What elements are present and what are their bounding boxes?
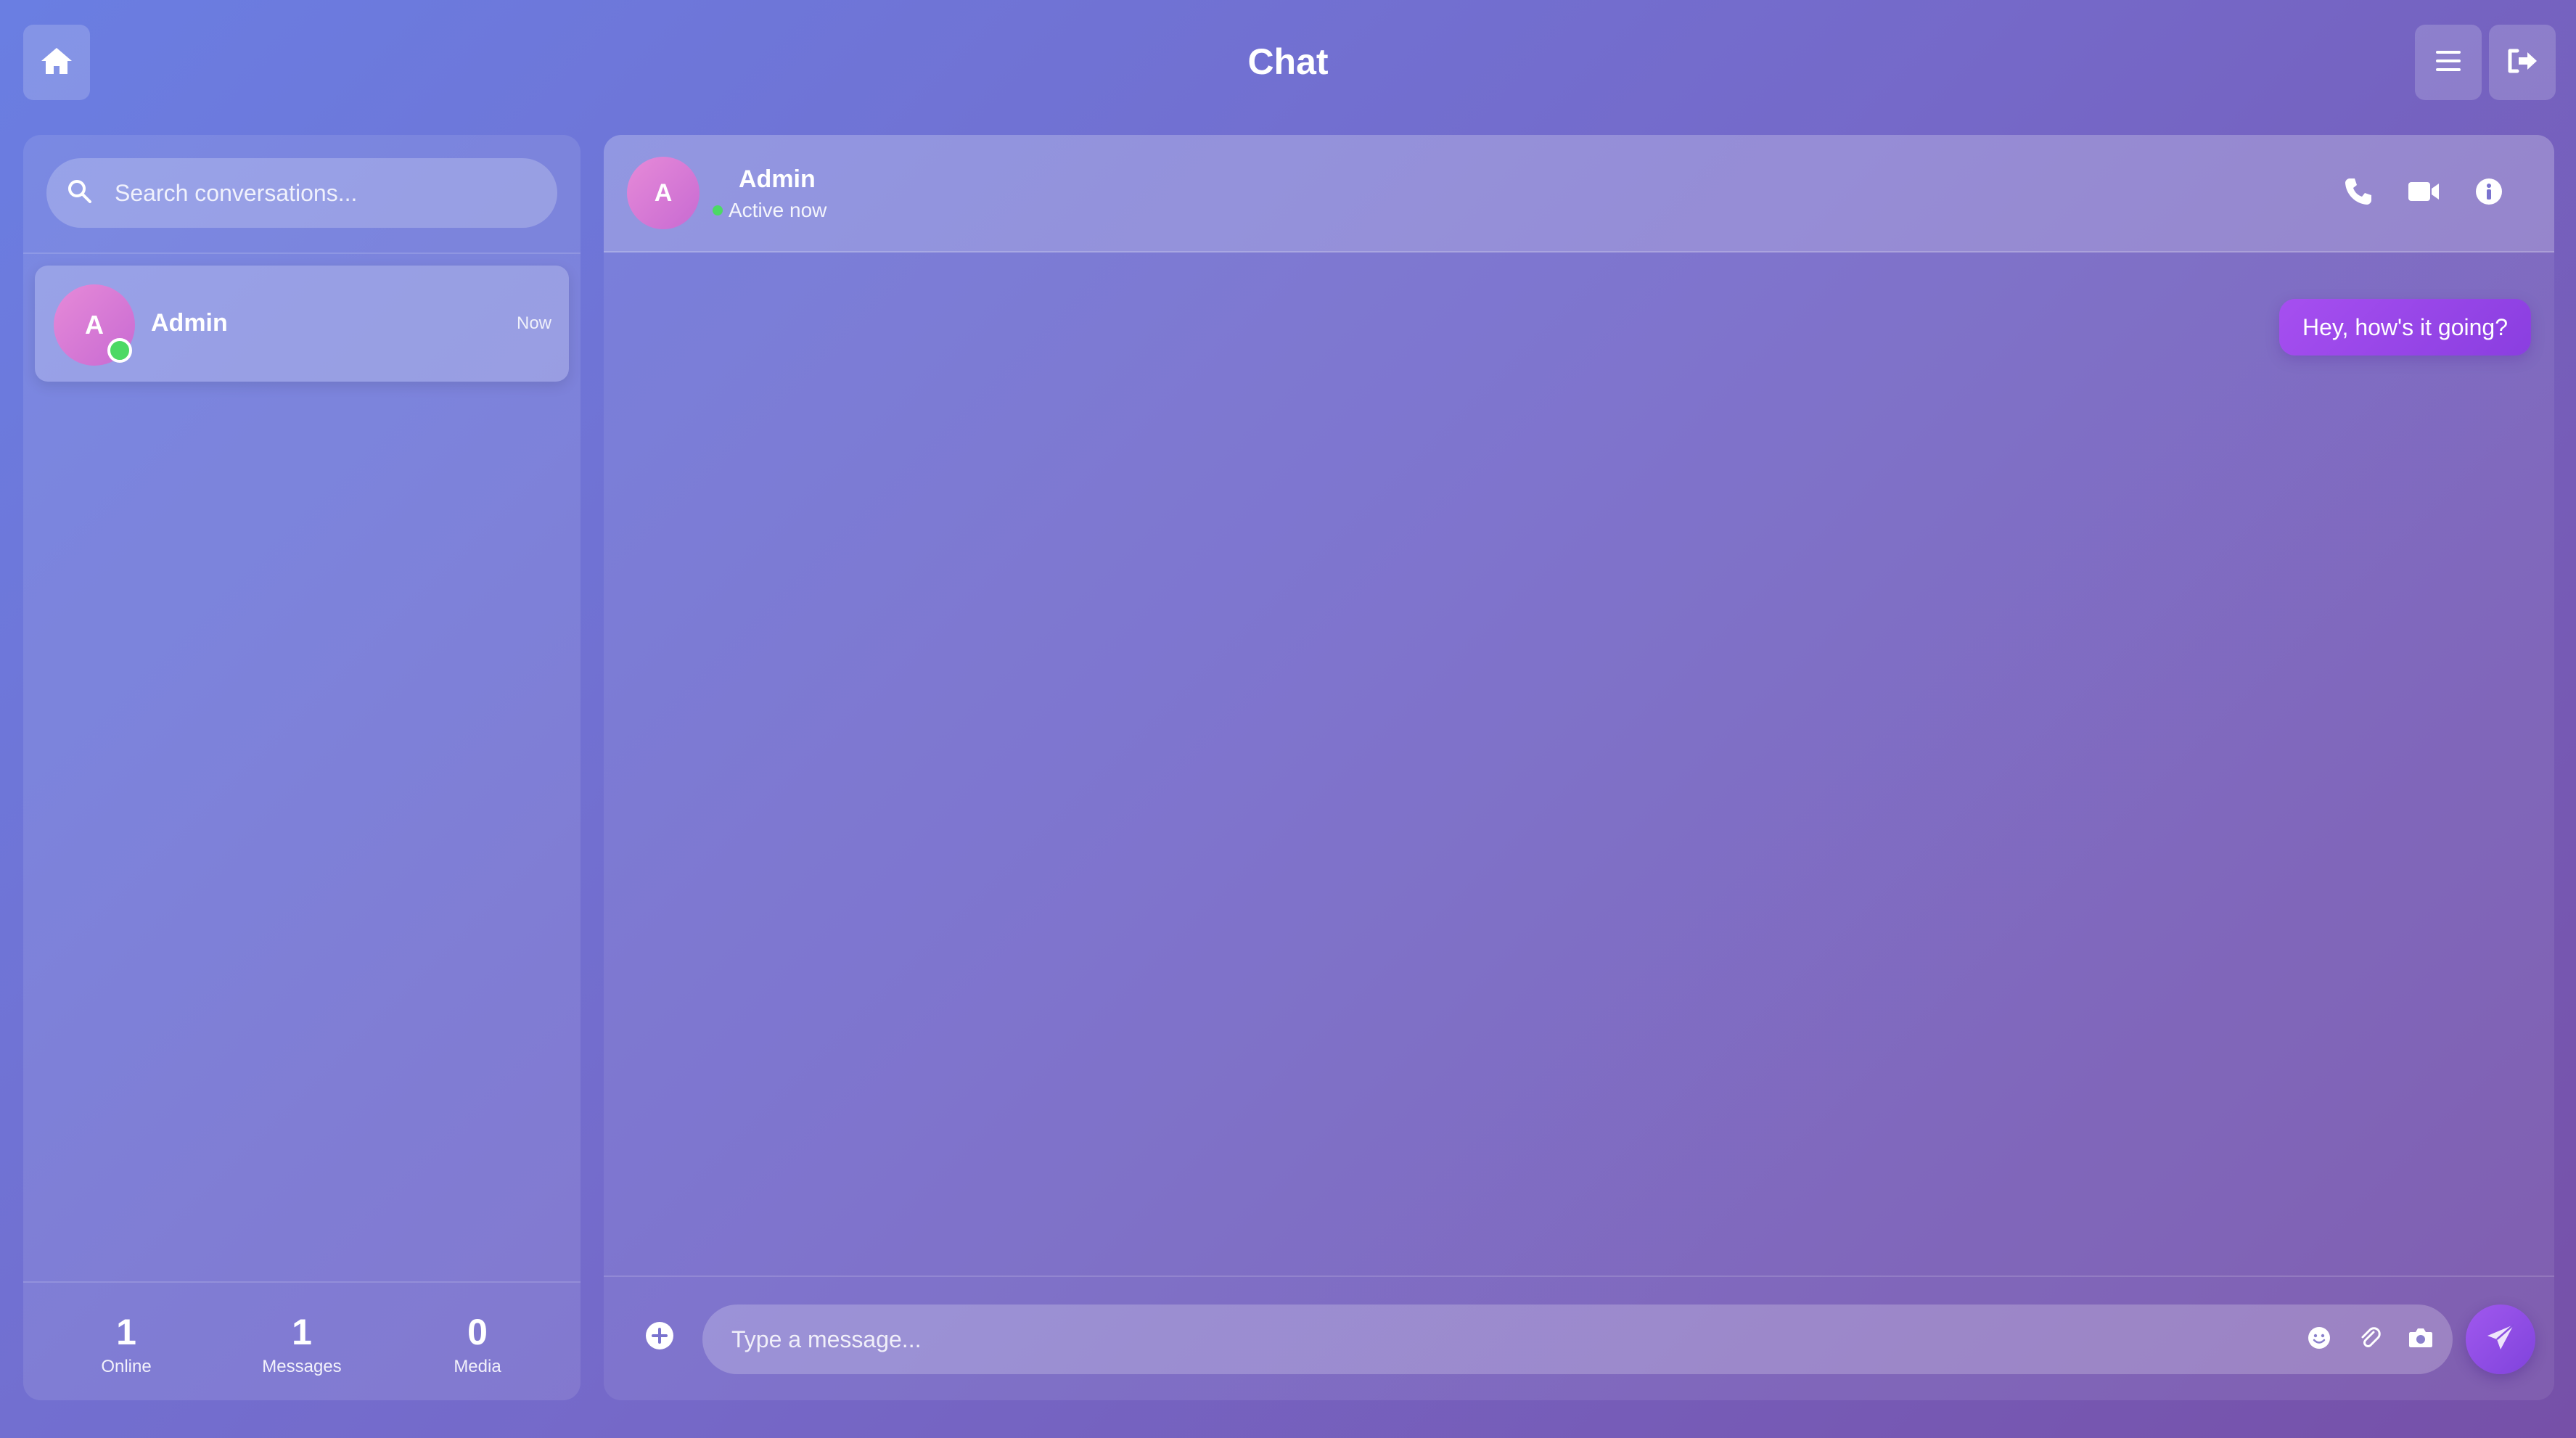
page-title: Chat xyxy=(1247,41,1329,82)
stat-label: Media xyxy=(454,1357,501,1376)
send-icon xyxy=(2485,1322,2516,1357)
attach-file-button[interactable] xyxy=(2353,1322,2387,1357)
conversation-name: Admin xyxy=(151,309,228,337)
send-button[interactable] xyxy=(2466,1305,2535,1374)
menu-button[interactable] xyxy=(2415,25,2482,100)
status-text: Active now xyxy=(729,199,827,221)
emoji-button[interactable] xyxy=(2302,1322,2337,1357)
avatar-initial: A xyxy=(85,310,104,340)
search-bar[interactable] xyxy=(46,158,557,228)
avatar-initial: A xyxy=(654,178,673,207)
conversation-time: Now xyxy=(516,313,551,333)
search-icon xyxy=(67,178,93,208)
info-icon xyxy=(2474,177,2503,210)
logout-icon xyxy=(2506,46,2539,79)
top-bar: Chat xyxy=(0,0,2576,128)
stat-value: 1 xyxy=(292,1312,312,1352)
video-call-button[interactable] xyxy=(2402,171,2445,215)
phone-icon xyxy=(2343,176,2374,210)
emoji-icon xyxy=(2307,1326,2331,1354)
contact-status: Active now xyxy=(713,199,826,222)
message-bubble-outgoing: Hey, how's it going? xyxy=(2279,299,2531,356)
add-attachment-button[interactable] xyxy=(641,1319,678,1355)
plus-circle-icon xyxy=(644,1320,675,1355)
stat-value: 0 xyxy=(467,1312,488,1352)
video-icon xyxy=(2407,179,2440,208)
stat-media: 0 Media xyxy=(405,1310,550,1377)
paperclip-icon xyxy=(2358,1326,2382,1354)
chat-header: A Admin Active now xyxy=(604,135,2554,252)
conversation-sidebar: A Admin Now 1 Online 1 Messages 0 Media xyxy=(23,135,581,1400)
hamburger-menu-icon xyxy=(2435,49,2462,77)
camera-icon xyxy=(2408,1326,2434,1353)
stat-value: 1 xyxy=(116,1312,136,1352)
camera-button[interactable] xyxy=(2403,1322,2438,1357)
stat-label: Online xyxy=(101,1357,152,1376)
info-button[interactable] xyxy=(2467,171,2511,215)
divider xyxy=(23,252,581,254)
message-text: Hey, how's it going? xyxy=(2302,313,2508,340)
stat-label: Messages xyxy=(262,1357,342,1376)
stat-online: 1 Online xyxy=(54,1310,199,1377)
contact-name: Admin xyxy=(739,165,816,193)
online-status-dot xyxy=(107,338,132,363)
call-button[interactable] xyxy=(2337,171,2380,215)
stat-messages: 1 Messages xyxy=(229,1310,374,1377)
divider xyxy=(23,1281,581,1283)
contact-avatar[interactable]: A xyxy=(627,157,700,229)
search-input[interactable] xyxy=(115,179,521,207)
message-input[interactable] xyxy=(731,1305,2183,1374)
online-status-dot xyxy=(713,205,723,215)
message-composer[interactable] xyxy=(702,1305,2453,1374)
divider xyxy=(604,1275,2554,1277)
conversation-item-admin[interactable]: A Admin Now xyxy=(35,266,569,382)
chat-panel: A Admin Active now Hey, how's it going? xyxy=(604,135,2554,1400)
logout-button[interactable] xyxy=(2489,25,2556,100)
